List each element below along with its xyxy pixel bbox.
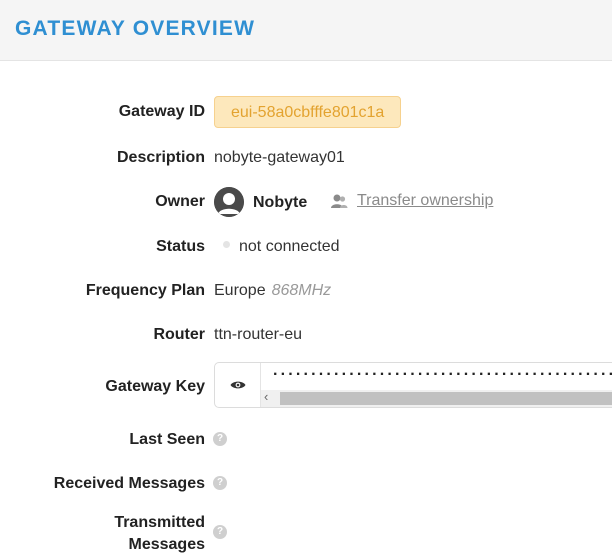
frequency-plan-region: Europe bbox=[214, 282, 266, 299]
status-label: Status bbox=[156, 238, 205, 255]
page-header: GATEWAY OVERVIEW bbox=[0, 0, 612, 61]
scrollbar-thumb[interactable] bbox=[280, 392, 612, 405]
scroll-left-arrow-icon[interactable]: ‹ bbox=[264, 389, 268, 404]
users-icon bbox=[330, 193, 348, 214]
gateway-key-masked: ········································… bbox=[273, 366, 612, 383]
received-messages-label: Received Messages bbox=[53, 475, 205, 492]
frequency-plan-band: 868MHz bbox=[271, 282, 332, 299]
page-title: GATEWAY OVERVIEW bbox=[15, 17, 256, 40]
received-messages-help-icon[interactable]: ? bbox=[213, 476, 227, 490]
description-value: nobyte-gateway01 bbox=[214, 149, 345, 166]
status-value: not connected bbox=[239, 238, 340, 255]
transmitted-messages-label-line1: Transmitted bbox=[114, 514, 205, 531]
gateway-key-field[interactable]: ········································… bbox=[214, 362, 612, 408]
transmitted-messages-help-icon[interactable]: ? bbox=[213, 525, 227, 539]
gateway-id-badge: eui-58a0cbfffe801c1a bbox=[214, 96, 402, 128]
gateway-key-label: Gateway Key bbox=[105, 378, 205, 395]
status-indicator-icon bbox=[223, 241, 230, 248]
transfer-ownership-link[interactable]: Transfer ownership bbox=[357, 192, 493, 210]
horizontal-scrollbar[interactable]: ‹ bbox=[261, 389, 612, 407]
owner-name: Nobyte bbox=[253, 194, 308, 211]
eye-icon[interactable] bbox=[215, 363, 261, 407]
frequency-plan-value: Europe 868MHz bbox=[214, 282, 331, 300]
user-avatar-icon bbox=[214, 187, 244, 217]
frequency-plan-label: Frequency Plan bbox=[85, 282, 205, 299]
router-value: ttn-router-eu bbox=[214, 326, 303, 343]
last-seen-label: Last Seen bbox=[129, 431, 205, 448]
transmitted-messages-label-line2: Messages bbox=[128, 536, 206, 553]
owner-label: Owner bbox=[155, 193, 205, 210]
description-label: Description bbox=[116, 149, 205, 166]
gateway-id-label: Gateway ID bbox=[118, 103, 205, 120]
last-seen-help-icon[interactable]: ? bbox=[213, 432, 227, 446]
router-label: Router bbox=[153, 326, 205, 343]
